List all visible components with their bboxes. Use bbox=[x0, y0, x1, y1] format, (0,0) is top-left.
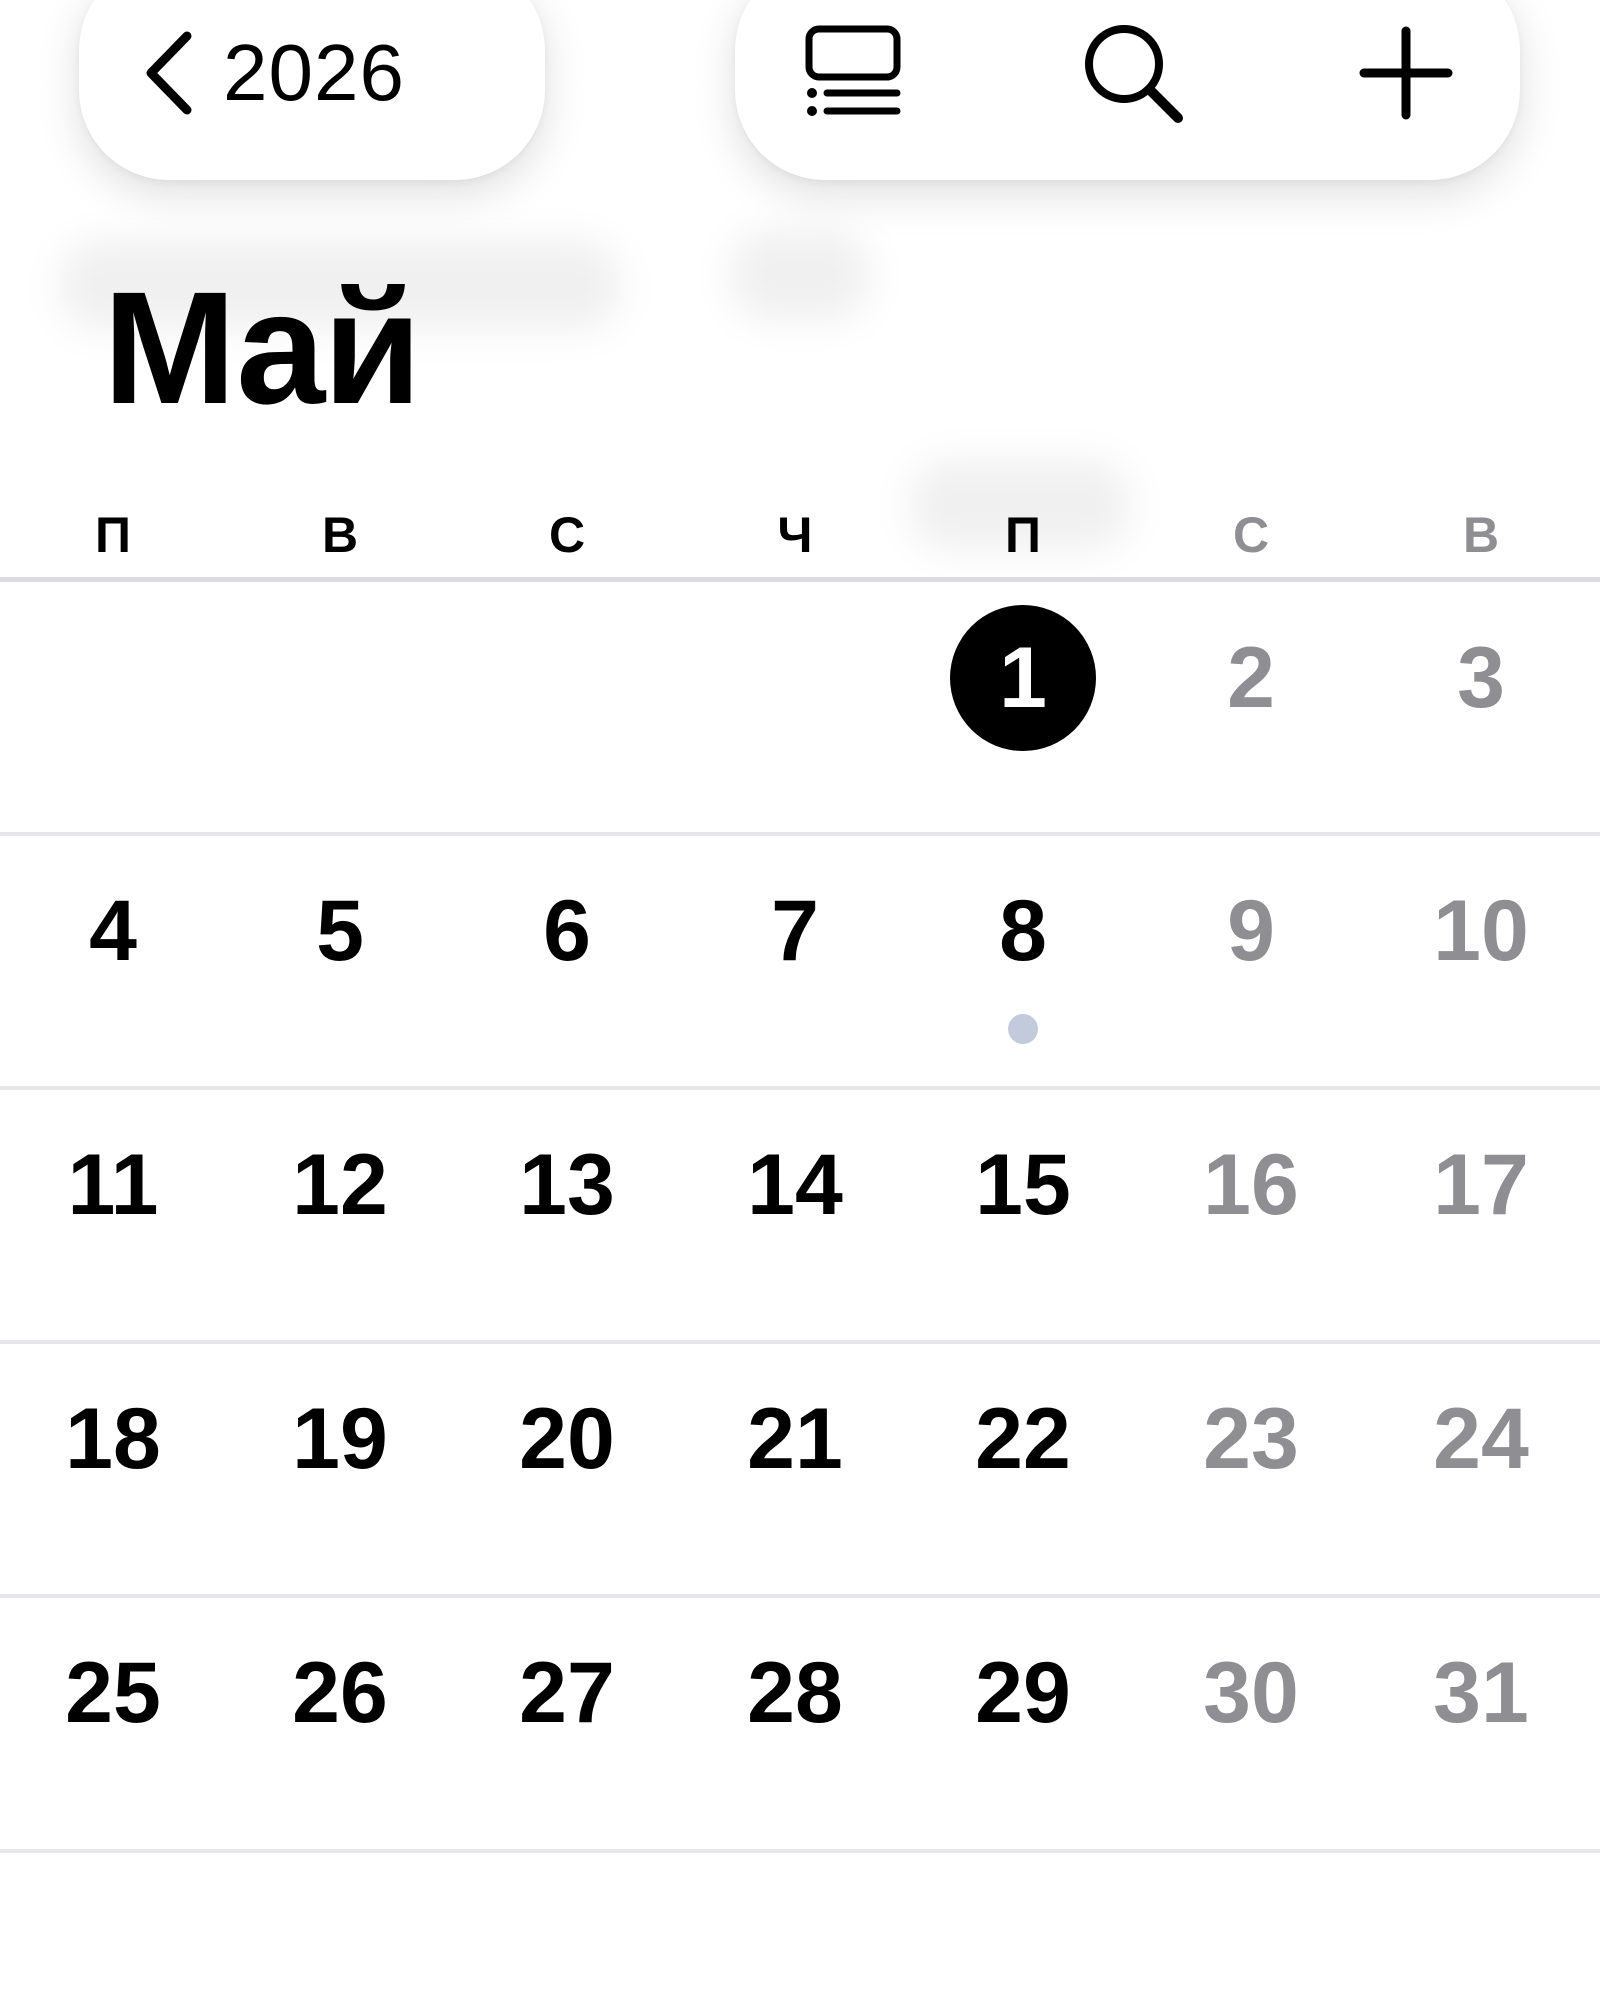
plus-icon bbox=[1358, 25, 1454, 126]
weekday-label: С bbox=[1232, 507, 1270, 563]
day-cell[interactable]: 5 bbox=[226, 871, 454, 991]
day-number: 12 bbox=[292, 1137, 388, 1233]
day-number: 22 bbox=[975, 1391, 1071, 1487]
blurred-background bbox=[730, 230, 870, 320]
day-cell[interactable]: 21 bbox=[681, 1379, 909, 1499]
day-cell[interactable]: 15 bbox=[909, 1125, 1137, 1245]
weekday-label: П bbox=[95, 507, 131, 563]
day-cell[interactable]: 19 bbox=[226, 1379, 454, 1499]
day-cell[interactable]: 11 bbox=[0, 1125, 227, 1245]
day-number: 31 bbox=[1433, 1645, 1529, 1741]
day-cell[interactable]: 8 bbox=[909, 871, 1137, 991]
month-title: Май bbox=[103, 258, 422, 437]
add-event-button[interactable] bbox=[1336, 20, 1476, 130]
weekday-label: С bbox=[548, 507, 586, 563]
day-cell[interactable]: 14 bbox=[681, 1125, 909, 1245]
day-cell[interactable]: 2 bbox=[1137, 618, 1365, 738]
day-cell[interactable]: 7 bbox=[681, 871, 909, 991]
day-number: 4 bbox=[89, 883, 137, 979]
back-to-year-button[interactable]: 2026 bbox=[79, 28, 405, 118]
weekday-label: Ч bbox=[777, 507, 813, 563]
day-cell[interactable]: 31 bbox=[1367, 1633, 1595, 1753]
day-number: 19 bbox=[292, 1391, 388, 1487]
day-number: 24 bbox=[1433, 1391, 1529, 1487]
search-button[interactable] bbox=[1063, 20, 1203, 130]
day-cell[interactable]: 9 bbox=[1137, 871, 1365, 991]
back-pill: 2026 bbox=[79, 0, 545, 180]
day-cell[interactable]: 4 bbox=[0, 871, 227, 991]
event-dot bbox=[1008, 1014, 1038, 1044]
weekday-label: В bbox=[1462, 507, 1500, 563]
week-divider bbox=[0, 1086, 1600, 1090]
day-number: 28 bbox=[747, 1645, 843, 1741]
day-cell[interactable]: 30 bbox=[1137, 1633, 1365, 1753]
day-cell[interactable]: 28 bbox=[681, 1633, 909, 1753]
day-number: 9 bbox=[1227, 883, 1275, 979]
day-number: 10 bbox=[1433, 883, 1529, 979]
day-number: 11 bbox=[67, 1137, 159, 1233]
day-cell-today[interactable]: 1 bbox=[909, 605, 1137, 751]
day-number: 27 bbox=[519, 1645, 615, 1741]
day-number: 25 bbox=[65, 1645, 161, 1741]
day-number: 20 bbox=[519, 1391, 615, 1487]
day-number: 2 bbox=[1227, 630, 1275, 726]
day-cell[interactable]: 27 bbox=[453, 1633, 681, 1753]
header-divider bbox=[0, 577, 1600, 582]
chevron-left-icon bbox=[141, 28, 197, 118]
day-number: 23 bbox=[1203, 1391, 1299, 1487]
day-number: 8 bbox=[999, 883, 1047, 979]
day-number: 18 bbox=[65, 1391, 161, 1487]
day-cell[interactable]: 22 bbox=[909, 1379, 1137, 1499]
day-number: 16 bbox=[1203, 1137, 1299, 1233]
day-number: 13 bbox=[519, 1137, 615, 1233]
weekday-label: В bbox=[321, 507, 359, 563]
day-cell[interactable]: 29 bbox=[909, 1633, 1137, 1753]
day-number: 14 bbox=[747, 1137, 843, 1233]
day-cell[interactable]: 25 bbox=[0, 1633, 227, 1753]
day-cell[interactable]: 18 bbox=[0, 1379, 227, 1499]
week-divider bbox=[0, 1340, 1600, 1344]
day-number: 7 bbox=[771, 883, 819, 979]
list-view-icon bbox=[801, 23, 905, 128]
day-cell[interactable]: 3 bbox=[1367, 618, 1595, 738]
day-cell[interactable]: 10 bbox=[1367, 871, 1595, 991]
day-cell[interactable]: 20 bbox=[453, 1379, 681, 1499]
day-number: 6 bbox=[543, 883, 591, 979]
search-icon bbox=[1078, 18, 1188, 133]
weekday-header: ПВСЧПСВ bbox=[0, 505, 1600, 565]
day-number: 29 bbox=[975, 1645, 1071, 1741]
day-number: 5 bbox=[316, 883, 364, 979]
day-cell[interactable]: 17 bbox=[1367, 1125, 1595, 1245]
day-cell[interactable]: 24 bbox=[1367, 1379, 1595, 1499]
list-view-button[interactable] bbox=[783, 20, 923, 130]
day-cell[interactable]: 16 bbox=[1137, 1125, 1365, 1245]
day-number: 17 bbox=[1433, 1137, 1529, 1233]
day-cell[interactable]: 6 bbox=[453, 871, 681, 991]
day-cell[interactable]: 26 bbox=[226, 1633, 454, 1753]
week-divider bbox=[0, 1849, 1600, 1853]
top-toolbar: 2026 bbox=[0, 0, 1600, 200]
weekday-label: П bbox=[1005, 507, 1041, 563]
day-number: 3 bbox=[1457, 630, 1505, 726]
day-number: 21 bbox=[747, 1391, 843, 1487]
day-cell[interactable]: 13 bbox=[453, 1125, 681, 1245]
year-label: 2026 bbox=[223, 28, 405, 117]
day-number: 30 bbox=[1203, 1645, 1299, 1741]
day-cell[interactable]: 12 bbox=[226, 1125, 454, 1245]
week-divider bbox=[0, 1594, 1600, 1598]
week-divider bbox=[0, 832, 1600, 836]
today-indicator: 1 bbox=[950, 605, 1096, 751]
day-number: 26 bbox=[292, 1645, 388, 1741]
day-cell[interactable]: 23 bbox=[1137, 1379, 1365, 1499]
day-number: 15 bbox=[975, 1137, 1071, 1233]
